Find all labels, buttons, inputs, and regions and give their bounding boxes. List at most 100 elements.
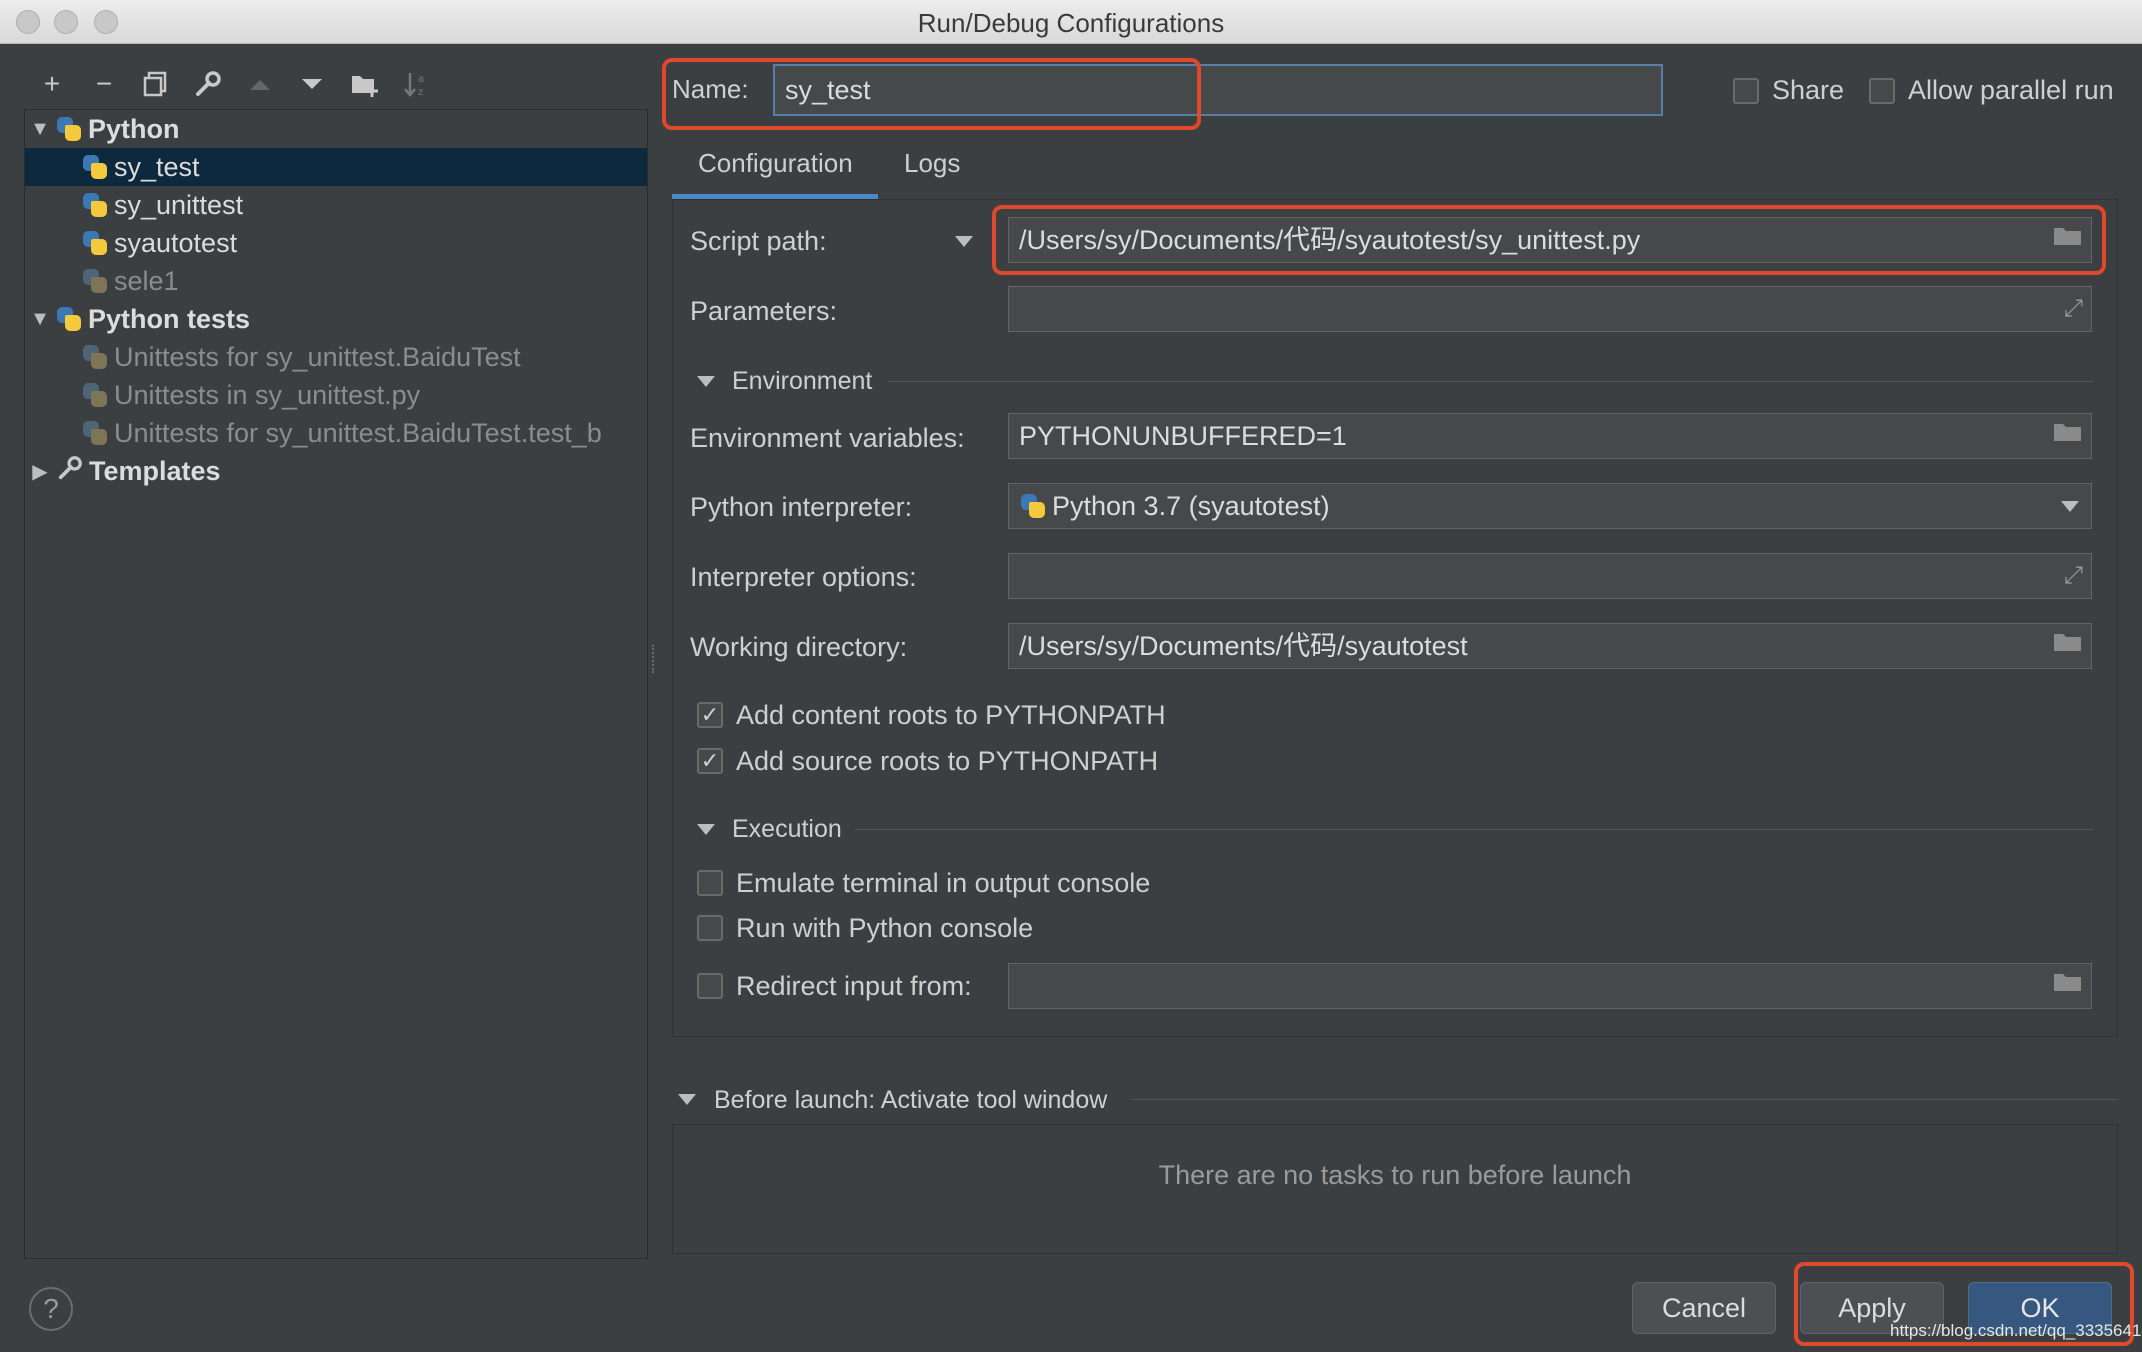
tree-group-python-tests[interactable]: ▼ Python tests [25,300,647,338]
python-icon [81,229,109,257]
expand-icon[interactable]: ⤢ [2064,287,2083,331]
move-up-icon[interactable] [234,64,286,104]
collapsed-arrow-icon[interactable]: ▶ [25,459,55,484]
folder-icon[interactable] [2053,218,2083,262]
redirect-input-field[interactable] [1008,963,2092,1009]
tree-item-label: sy_unittest [114,189,244,220]
python-icon [55,115,83,143]
before-launch-title: Before launch: Activate tool window [714,1086,1108,1114]
folder-icon[interactable] [2053,624,2083,668]
tree-item-unittests-in-file[interactable]: Unittests in sy_unittest.py [25,376,647,414]
expanded-arrow-icon[interactable]: ▼ [25,308,55,331]
add-icon[interactable]: + [26,64,78,104]
interpreter-label: Python interpreter: [690,492,913,522]
name-label: Name: [672,74,749,104]
redirect-input-checkbox[interactable] [697,973,723,999]
share-label: Share [1772,75,1845,105]
run-with-console-label: Run with Python console [736,913,1034,943]
tree-item-unittests-baidutest[interactable]: Unittests for sy_unittest.BaiduTest [25,338,647,376]
title-bar: Run/Debug Configurations [0,0,2142,44]
script-path-field[interactable]: /Users/sy/Documents/代码/syautotest/sy_uni… [1008,217,2092,263]
python-icon [81,153,109,181]
python-temporary-icon [81,267,109,295]
add-content-roots-checkbox[interactable]: ✓ [697,702,723,728]
interpreter-options-label: Interpreter options: [690,562,917,592]
env-vars-value: PYTHONUNBUFFERED=1 [1019,421,1347,451]
tab-configuration[interactable]: Configuration [698,148,853,179]
tree-item-sy-test[interactable]: sy_test [25,148,647,186]
remove-icon[interactable]: − [78,64,130,104]
allow-parallel-checkbox[interactable] [1869,78,1895,104]
emulate-terminal-label: Emulate terminal in output console [736,868,1151,898]
python-icon [1019,492,1047,520]
add-source-roots-checkbox[interactable]: ✓ [697,748,723,774]
wrench-icon [55,455,85,488]
python-tests-icon [55,305,83,333]
tree-group-label: Python [88,113,180,144]
redirect-input-label: Redirect input from: [736,971,972,1001]
copy-icon[interactable] [130,64,182,104]
folder-icon[interactable] [2053,964,2083,1008]
tree-group-label: Templates [89,455,221,486]
window-title: Run/Debug Configurations [917,8,1225,38]
no-tasks-message: There are no tasks to run before launch [1158,1160,1632,1190]
env-vars-label: Environment variables: [690,423,965,453]
python-icon [81,191,109,219]
help-button[interactable]: ? [29,1287,73,1331]
watermark: https://blog.csdn.net/qq_33356414 [1890,1321,2142,1340]
folder-icon[interactable] [2053,414,2083,458]
share-checkbox[interactable] [1733,78,1759,104]
add-source-roots-label: Add source roots to PYTHONPATH [736,746,1159,776]
new-folder-icon[interactable] [338,64,390,104]
move-down-icon[interactable] [286,64,338,104]
section-divider [855,829,2093,830]
tree-item-label: sy_test [114,151,200,182]
working-dir-value: /Users/sy/Documents/代码/syautotest [1019,631,1468,661]
configuration-tree: ▼ Python sy_test sy_unittest syautotest … [24,109,648,1259]
svg-text:a: a [418,74,424,85]
environment-section-title: Environment [732,367,873,395]
interpreter-options-field[interactable]: ⤢ [1008,553,2092,599]
expand-icon[interactable]: ⤢ [2064,554,2083,598]
tree-item-sy-unittest[interactable]: sy_unittest [25,186,647,224]
add-content-roots-label: Add content roots to PYTHONPATH [736,700,1166,730]
tree-item-label: Unittests in sy_unittest.py [114,379,421,410]
section-divider [1132,1099,2118,1100]
before-launch-collapse-icon[interactable] [678,1094,696,1105]
parameters-field[interactable]: ⤢ [1008,286,2092,332]
run-with-console-checkbox[interactable] [697,915,723,941]
section-divider [888,381,2093,382]
python-tests-icon [81,419,109,447]
allow-parallel-label: Allow parallel run [1908,75,2114,105]
script-path-value: /Users/sy/Documents/代码/syautotest/sy_uni… [1019,225,1641,255]
edit-defaults-wrench-icon[interactable] [182,64,234,104]
tree-group-python[interactable]: ▼ Python [25,110,647,148]
script-type-dropdown-icon[interactable] [955,236,973,247]
execution-section-title: Execution [732,815,842,843]
script-path-label: Script path: [690,226,827,256]
name-input[interactable]: sy_test [773,64,1663,116]
tab-logs[interactable]: Logs [904,148,960,179]
tree-item-label: sele1 [114,265,179,296]
tree-item-syautotest[interactable]: syautotest [25,224,647,262]
env-vars-field[interactable]: PYTHONUNBUFFERED=1 [1008,413,2092,459]
cancel-button[interactable]: Cancel [1632,1282,1776,1334]
emulate-terminal-checkbox[interactable] [697,870,723,896]
tree-item-unittests-test-b[interactable]: Unittests for sy_unittest.BaiduTest.test… [25,414,647,452]
environment-collapse-icon[interactable] [697,376,715,387]
chevron-down-icon[interactable] [2061,501,2079,512]
interpreter-select[interactable]: Python 3.7 (syautotest) [1008,483,2092,529]
parameters-label: Parameters: [690,296,838,326]
tree-group-templates[interactable]: ▶ Templates [25,452,647,490]
tree-item-label: Unittests for sy_unittest.BaiduTest [114,341,521,372]
panel-splitter[interactable] [652,645,658,673]
config-toolbar: + − az [26,64,442,104]
working-dir-field[interactable]: /Users/sy/Documents/代码/syautotest [1008,623,2092,669]
python-tests-icon [81,343,109,371]
tree-item-label: Unittests for sy_unittest.BaiduTest.test… [114,417,602,448]
working-dir-label: Working directory: [690,632,908,662]
tree-item-sele1[interactable]: sele1 [25,262,647,300]
execution-collapse-icon[interactable] [697,824,715,835]
sort-icon[interactable]: az [390,64,442,104]
expanded-arrow-icon[interactable]: ▼ [25,118,55,141]
